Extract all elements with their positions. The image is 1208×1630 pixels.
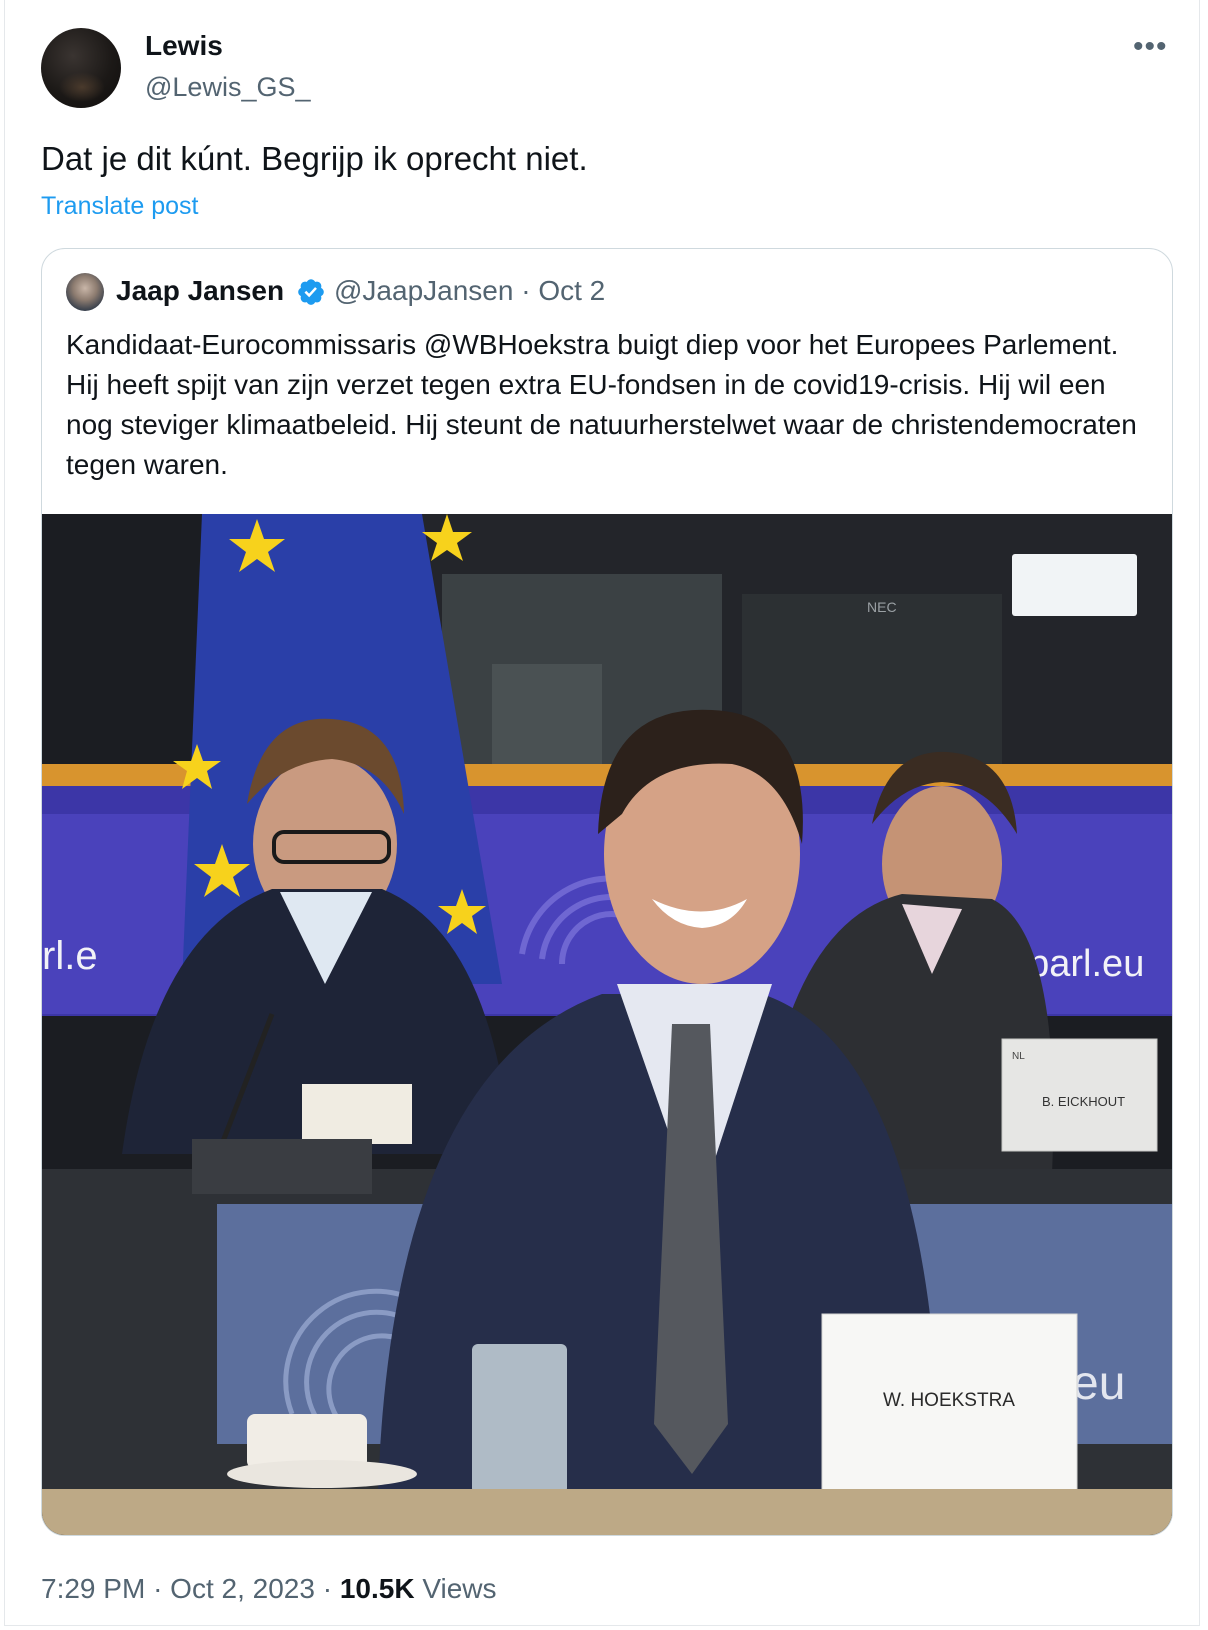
- wall-text-bottom: eu: [1072, 1357, 1125, 1410]
- meta-separator: ·: [153, 1573, 163, 1604]
- post-text: Dat je dit kúnt. Begrijp ik oprecht niet…: [41, 140, 588, 177]
- quoted-author-handle: @JaapJansen: [334, 275, 514, 306]
- side-nameplate-code: NL: [1012, 1051, 1025, 1062]
- tweet-card: Lewis @Lewis_GS_ ••• Dat je dit kúnt. Be…: [4, 0, 1200, 1626]
- quoted-author-meta: @JaapJansen · Oct 2: [334, 275, 605, 307]
- monitor-brand: NEC: [867, 599, 897, 615]
- quoted-post-photo[interactable]: NEC rl.e oparl.eu NL B. EICKHOUT eu W. H…: [42, 514, 1172, 1535]
- meta-separator: ·: [322, 1573, 333, 1604]
- post-meta: 7:29 PM · Oct 2, 2023 · 10.5K Views: [41, 1573, 497, 1605]
- quoted-tweet[interactable]: Jaap Jansen @JaapJansen · Oct 2 Kandidaa…: [41, 248, 1173, 1536]
- verified-badge-icon: [298, 279, 324, 305]
- quoted-author-display-name: Jaap Jansen: [116, 275, 285, 306]
- quoted-author-avatar: [66, 273, 104, 311]
- translate-post-link[interactable]: Translate post: [41, 192, 198, 221]
- quoted-post-date: Oct 2: [538, 275, 606, 306]
- views-label: Views: [422, 1573, 497, 1604]
- author-handle[interactable]: @Lewis_GS_: [145, 72, 310, 103]
- main-nameplate-text: W. HOEKSTRA: [883, 1390, 1015, 1411]
- more-options-icon[interactable]: •••: [1133, 30, 1168, 64]
- author-display-name[interactable]: Lewis: [145, 30, 223, 62]
- post-time[interactable]: 7:29 PM: [41, 1573, 145, 1604]
- author-avatar[interactable]: [41, 28, 121, 108]
- views-count: 10.5K: [339, 1573, 415, 1604]
- quoted-post-text: Kandidaat-Eurocommissaris @WBHoekstra bu…: [66, 329, 1137, 480]
- side-nameplate-text: B. EICKHOUT: [1042, 1094, 1125, 1109]
- post-date[interactable]: Oct 2, 2023: [170, 1573, 315, 1604]
- wall-text-left: rl.e: [42, 934, 98, 978]
- meta-separator: ·: [521, 275, 531, 306]
